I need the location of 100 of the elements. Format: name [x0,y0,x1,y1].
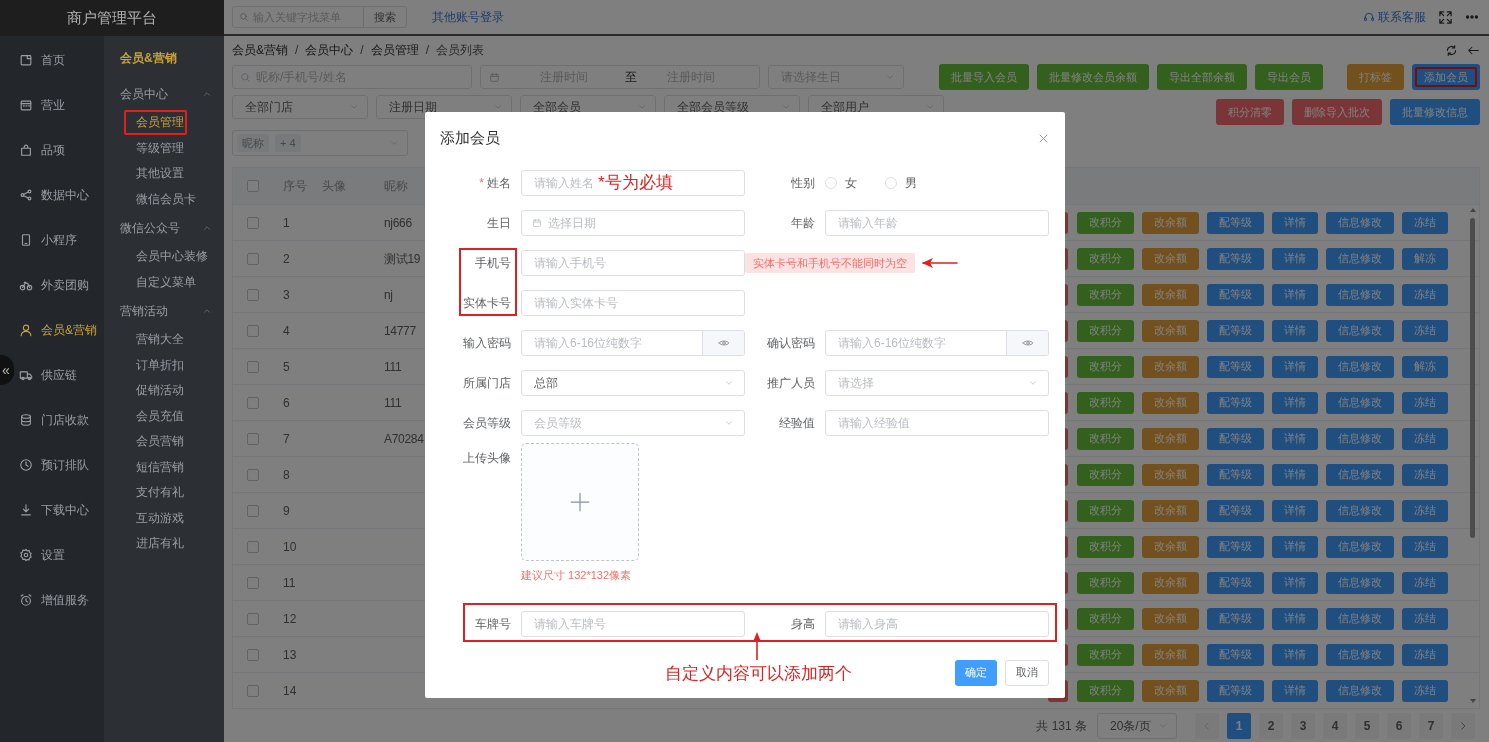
toolbar-button[interactable]: 导出会员 [1255,64,1323,90]
submenu-item[interactable]: 促销活动 [125,378,195,404]
page-button[interactable]: 3 [1291,713,1315,739]
action-button[interactable]: 配等级 [1207,643,1264,666]
action-button[interactable]: 解冻 [1402,355,1448,378]
action-button[interactable]: 信息修改 [1326,427,1394,450]
nav-item[interactable]: 预订排队 [19,455,89,474]
action-button[interactable]: 改余额 [1142,499,1199,522]
action-button[interactable]: 配等级 [1207,391,1264,414]
action-button[interactable]: 配等级 [1207,463,1264,486]
nav-item[interactable]: 下载中心 [19,500,89,519]
checkbox[interactable] [247,468,259,481]
action-button[interactable]: 改余额 [1142,283,1199,306]
submenu-group[interactable]: 微信公众号 [104,212,224,244]
action-button[interactable]: 冻结 [1402,211,1448,234]
action-button[interactable]: 配等级 [1207,211,1264,234]
password-field[interactable]: 请输入6-16位纯数字 [825,330,1049,356]
action-button[interactable]: 配等级 [1207,355,1264,378]
action-button[interactable]: 冻结 [1402,643,1448,666]
breadcrumb-item[interactable]: 会员&营销 [232,41,288,59]
action-button[interactable]: 改余额 [1142,211,1199,234]
submenu-group[interactable]: 会员中心 [104,78,224,110]
action-button[interactable]: 详情 [1272,319,1318,342]
nav-item[interactable]: 小程序 [19,230,77,249]
action-button[interactable]: 改积分 [1077,535,1134,558]
action-button[interactable]: 信息修改 [1326,499,1394,522]
radio-option[interactable]: 男 [885,174,917,192]
action-button[interactable]: 信息修改 [1326,679,1394,702]
checkbox[interactable] [247,396,259,409]
action-button[interactable]: 改积分 [1077,643,1134,666]
action-button[interactable]: 改积分 [1077,607,1134,630]
page-button[interactable]: 4 [1323,713,1347,739]
collapse-button[interactable]: « [0,355,14,385]
action-button[interactable]: 冻结 [1402,427,1448,450]
action-button[interactable]: 冻结 [1402,571,1448,594]
checkbox[interactable] [247,612,259,625]
input-field[interactable]: 请输入实体卡号 [521,290,745,316]
submenu-item[interactable]: 会员中心装修 [125,244,219,270]
action-button[interactable]: 改积分 [1077,391,1134,414]
action-button[interactable]: 详情 [1272,247,1318,270]
nav-item[interactable]: 会员&营销 [19,320,97,339]
input-field[interactable]: 请输入车牌号 [521,610,745,637]
submenu-item[interactable]: 会员营销 [125,429,195,455]
action-button[interactable]: 信息修改 [1326,391,1394,414]
action-button[interactable]: 信息修改 [1326,571,1394,594]
action-button[interactable]: 改积分 [1077,283,1134,306]
submenu-item[interactable]: 自定义菜单 [125,269,207,295]
action-button[interactable]: 改积分 [1077,247,1134,270]
action-button[interactable]: 配等级 [1207,319,1264,342]
password-field[interactable]: 请输入6-16位纯数字 [521,330,745,356]
nav-item[interactable]: 设置 [19,545,65,564]
checkbox[interactable] [247,288,259,301]
action-button[interactable]: 详情 [1272,643,1318,666]
nav-item[interactable]: 外卖团购 [19,275,89,294]
submenu-item[interactable]: 互动游戏 [125,505,195,531]
filter-select[interactable]: 全部门店 [232,95,368,119]
action-button[interactable]: 改余额 [1142,427,1199,450]
submenu-item[interactable]: 支付有礼 [125,480,195,506]
action-button[interactable]: 配等级 [1207,283,1264,306]
select-field[interactable]: 总部 [521,370,745,396]
password-input[interactable]: 请输入6-16位纯数字 [522,331,702,355]
action-button[interactable]: 详情 [1272,391,1318,414]
action-button[interactable]: 详情 [1272,499,1318,522]
action-button[interactable]: 信息修改 [1326,283,1394,306]
refresh-icon[interactable] [1445,43,1458,57]
support-link[interactable]: 联系客服 [1363,8,1426,26]
radio-option[interactable]: 女 [825,174,857,192]
action-button[interactable]: 冻结 [1402,679,1448,702]
action-button[interactable]: 改余额 [1142,607,1199,630]
date-input[interactable]: 选择日期 [548,214,744,232]
action-button[interactable]: 冻结 [1402,319,1448,342]
action-button[interactable]: 改余额 [1142,319,1199,342]
checkbox[interactable] [247,504,259,517]
toolbar-button[interactable]: 打标签 [1347,64,1404,90]
action-button[interactable]: 改余额 [1142,571,1199,594]
action-button[interactable]: 改积分 [1077,211,1134,234]
submenu-item[interactable]: 会员管理 [125,110,195,136]
action-button[interactable]: 改积分 [1077,427,1134,450]
action-button[interactable]: 改积分 [1077,319,1134,342]
action-button[interactable]: 信息修改 [1326,211,1394,234]
action-button[interactable]: 详情 [1272,283,1318,306]
input-field[interactable]: 请输入手机号 [521,250,745,276]
show-password-button[interactable] [1006,331,1048,355]
toolbar-button[interactable]: 导出全部余额 [1157,64,1247,90]
cancel-button[interactable]: 取消 [1005,659,1049,686]
action-button[interactable]: 改余额 [1142,355,1199,378]
checkbox[interactable] [247,252,259,265]
action-button[interactable]: 详情 [1272,679,1318,702]
submenu-item[interactable]: 营销大全 [125,327,195,353]
checkbox[interactable] [247,432,259,445]
checkbox[interactable] [247,576,259,589]
action-button[interactable]: 冻结 [1402,391,1448,414]
input-field[interactable]: 请输入年龄 [825,210,1049,236]
action-button[interactable]: 改余额 [1142,535,1199,558]
action-button[interactable]: 配等级 [1207,679,1264,702]
checkbox[interactable] [247,216,259,229]
page-size-select[interactable]: 20条/页 [1097,713,1177,739]
submenu-item[interactable]: 微信会员卡 [125,186,207,212]
checkbox[interactable] [247,180,259,192]
action-button[interactable]: 冻结 [1402,607,1448,630]
